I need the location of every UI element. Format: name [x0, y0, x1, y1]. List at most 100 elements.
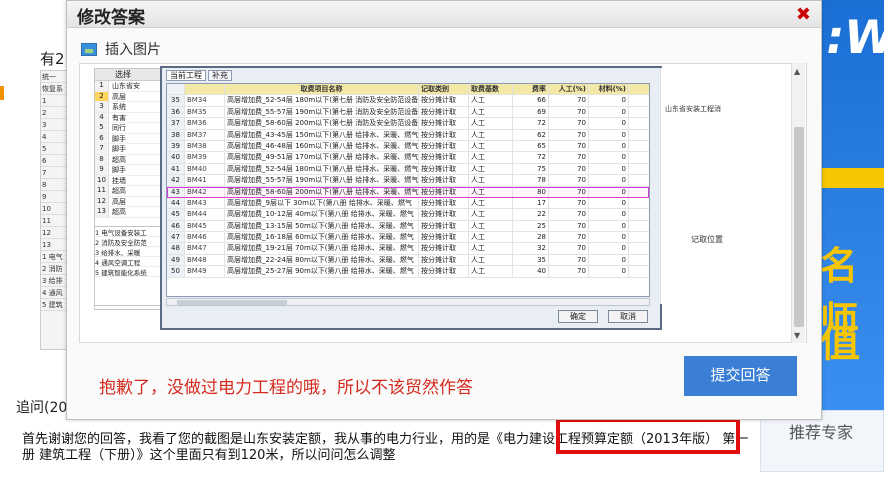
screenshot-ok-button: 确定: [558, 310, 598, 323]
tree-row: 9 脚手: [95, 165, 163, 176]
side-panel-title: 推荐专家: [789, 423, 854, 442]
table-cell: 按分摊计取: [419, 175, 469, 186]
table-cell: BM49: [185, 266, 225, 277]
screenshot-right-panel: 山东省安装工程消 记取位置: [660, 68, 806, 304]
tree-row-label: 高层: [112, 92, 126, 101]
table-cell: 按分摊计取: [419, 152, 469, 163]
category-list-item: 4 通风空调工程: [95, 257, 163, 267]
table-cell: 70: [549, 243, 589, 254]
category-list-item: 2 消防及安全防范: [95, 237, 163, 247]
table-cell: 32: [513, 243, 549, 254]
scrollbar-thumb[interactable]: [794, 127, 804, 327]
table-cell: 0: [589, 95, 629, 106]
table-cell: 70: [549, 140, 589, 152]
tree-row-number: 13: [95, 207, 109, 217]
table-cell: BM35: [185, 106, 225, 118]
tree-row-label: 山东省安: [112, 82, 140, 90]
table-cell: 46: [167, 220, 185, 232]
tree-row-label: 同行: [112, 124, 126, 132]
table-cell: 高层增加费_52-54层 180m以下(第七册 消防及安全防范设备: [227, 95, 419, 106]
tree-row-number: 1: [95, 81, 109, 91]
table-cell: 72: [513, 152, 549, 163]
table-cell: 43: [167, 186, 185, 197]
table-cell: 70: [549, 175, 589, 186]
table-cell: 按分摊计取: [419, 266, 469, 277]
tree-row-label: 有害: [112, 113, 126, 122]
table-cell: 0: [589, 232, 629, 243]
dialog-header: 修改答案 ✖: [67, 1, 821, 28]
table-cell: BM44: [185, 209, 225, 220]
table-cell: 40: [513, 266, 549, 277]
table-cell: 66: [513, 95, 549, 106]
table-cell: 38: [167, 129, 185, 140]
tree-row-number: 8: [95, 154, 109, 164]
tree-row: 13 超高: [95, 207, 163, 218]
table-cell: 人工: [469, 254, 513, 266]
tree-row-number: 2: [95, 91, 109, 101]
table-cell: 28: [513, 232, 549, 243]
screenshot-horizontal-scrollbar: [166, 298, 650, 306]
table-cell: 0: [589, 197, 629, 209]
submit-answer-button[interactable]: 提交回答: [684, 356, 797, 396]
tree-row: 4 有害: [95, 112, 163, 123]
table-cell: 70: [549, 197, 589, 209]
tree-row-number: 5: [95, 123, 109, 133]
answer-text: 抱歉了，没做过电力工程的哦，所以不该贸然作答: [99, 378, 473, 398]
table-cell: 人工: [469, 220, 513, 232]
editor-scrollbar[interactable]: ▲ ▼: [791, 63, 805, 343]
tree-row-label: 挂墙: [112, 176, 126, 185]
table-cell: 人工: [469, 106, 513, 118]
table-cell: 36: [167, 106, 185, 118]
table-cell: 0: [589, 266, 629, 277]
tree-row-label: 脚手: [112, 134, 126, 143]
table-cell: 0: [589, 129, 629, 140]
tree-row: 3 系统: [95, 102, 163, 113]
table-cell: 70: [549, 152, 589, 163]
close-icon[interactable]: ✖: [796, 4, 811, 25]
table-cell: 70: [549, 209, 589, 220]
image-icon: [81, 42, 97, 56]
scroll-up-icon[interactable]: ▲: [794, 67, 800, 76]
table-cell: 35: [167, 95, 185, 106]
screenshot-fee-table: 取费项目名称 记取类别 取费基数 费率 人工(%) 材料(%) 35 BM34 高层…: [166, 83, 650, 297]
tree-row-number: 3: [95, 102, 109, 112]
table-cell: BM45: [185, 220, 225, 232]
table-cell: BM47: [185, 243, 225, 254]
table-cell: 49: [167, 254, 185, 266]
screenshot-right-text: 山东省安装工程消: [665, 105, 721, 113]
header-cell: 人工(%): [549, 84, 589, 95]
table-cell: 0: [589, 106, 629, 118]
answer-editor[interactable]: 选择 1 山东省安 2 高层 3 系统 4 有害 5 同行 6 脚手 7 脚手 8 超高 9 脚手 10 挂墙 11 超高…: [79, 63, 807, 343]
header-cell: 费率: [513, 84, 549, 95]
scroll-down-icon[interactable]: ▼: [794, 331, 800, 340]
red-highlight-box: [556, 418, 740, 454]
table-cell: 按分摊计取: [419, 220, 469, 232]
orange-marker: [0, 86, 4, 100]
table-cell: 人工: [469, 175, 513, 186]
background-banner: :W 名师 值: [820, 0, 884, 410]
category-list-item: 5 建筑智能化系统: [95, 267, 163, 277]
table-cell: BM38: [185, 140, 225, 152]
table-cell: 17: [513, 197, 549, 209]
table-cell: 人工: [469, 186, 513, 197]
table-cell: 22: [513, 209, 549, 220]
table-row: 41 BM40 高层增加费_52-54层 180m以下(第八册 给排水、采暖、燃气按…: [167, 163, 649, 176]
table-cell: 69: [513, 106, 549, 118]
tree-row-label: 脚手: [112, 166, 126, 174]
table-cell: 高层增加费_22-24层 80m以下(第八册 给排水、采暖、燃气: [225, 254, 419, 266]
screenshot-tab-current: 当前工程: [166, 70, 206, 81]
tree-row: 10 挂墙: [95, 175, 163, 186]
table-cell: 70: [549, 186, 589, 197]
table-cell: 65: [513, 140, 549, 152]
screenshot-tab-supplement: 补充: [208, 70, 232, 81]
table-cell: 40: [167, 152, 185, 163]
header-cell: 材料(%): [589, 84, 629, 95]
table-cell: BM43: [185, 197, 225, 209]
insert-image-button[interactable]: 插入图片: [81, 39, 161, 59]
tree-row: 7 脚手: [95, 144, 163, 155]
tree-row-label: 超高: [112, 208, 126, 216]
table-cell: 70: [549, 232, 589, 243]
table-cell: BM46: [185, 232, 225, 243]
highlighted-table-row: 43 BM42 高层增加费_58-60层 200m以下(第八册 给排水、采暖、燃气按…: [167, 186, 649, 198]
table-cell: 78: [513, 175, 549, 186]
